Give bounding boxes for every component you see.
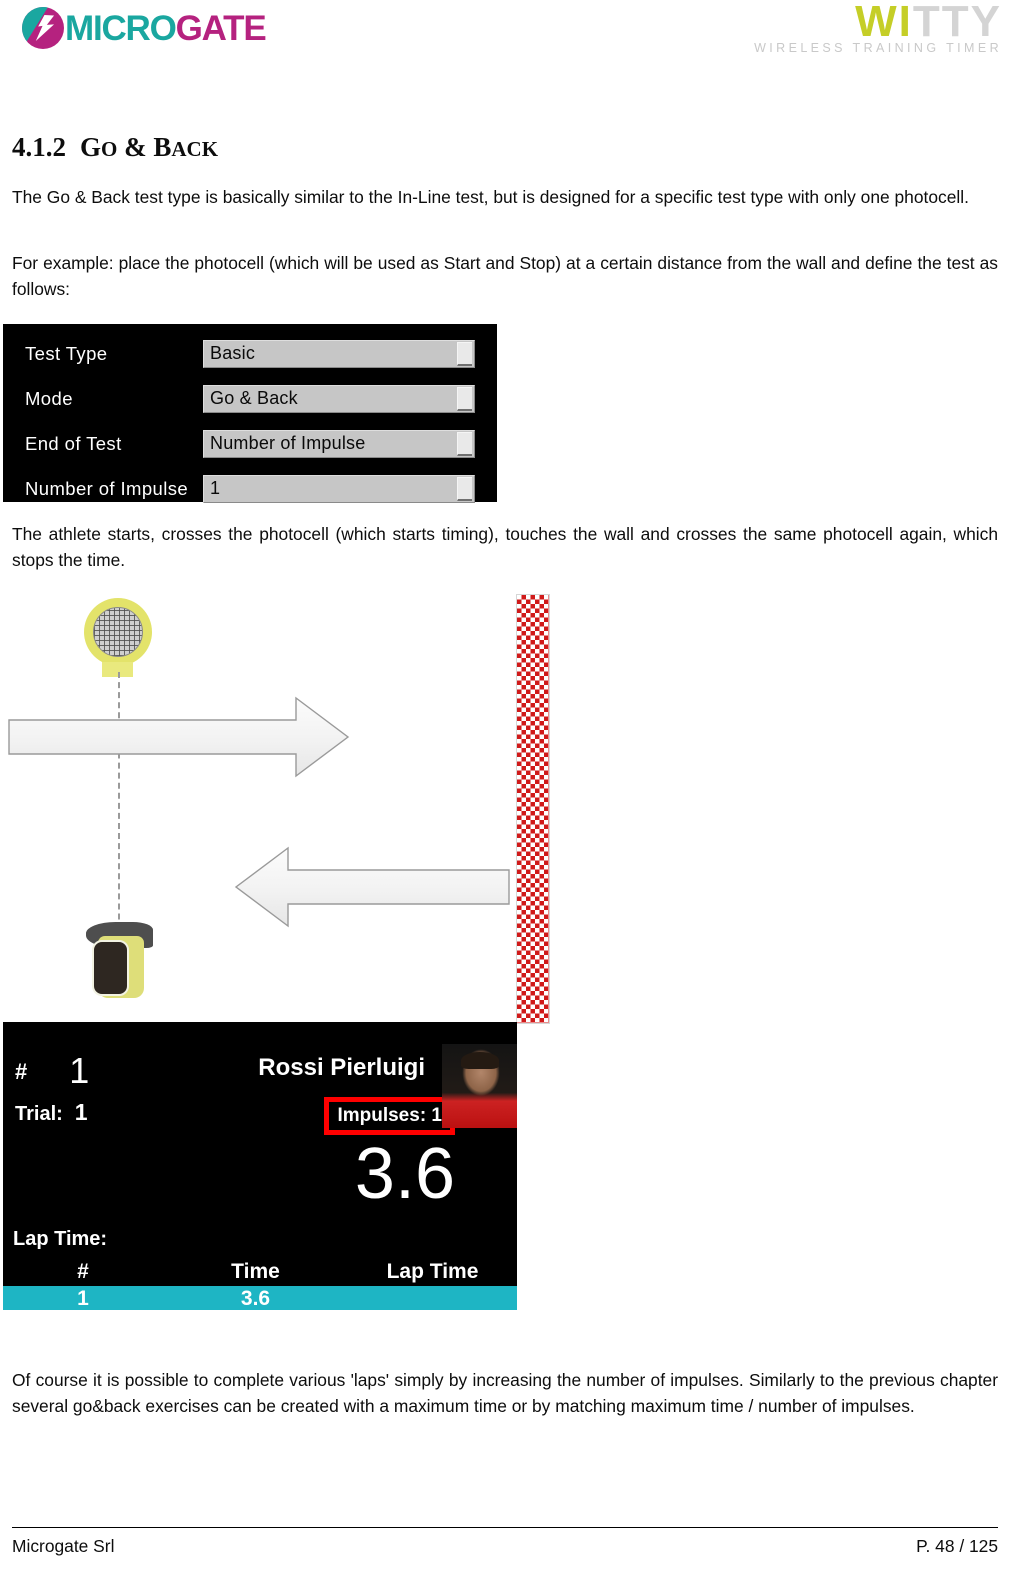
column-header-num: #	[77, 1260, 89, 1283]
page-footer: Microgate Srl P. 48 / 125	[12, 1527, 998, 1557]
section-title-b: B	[153, 132, 172, 163]
section-number: 4.1.2	[12, 132, 66, 163]
setting-row-mode: Mode Go & Back	[3, 376, 497, 421]
setting-row-end-of-test: End of Test Number of Impulse	[3, 421, 497, 466]
section-title-o: O	[101, 137, 118, 162]
setting-row-number-of-impulse: Number of Impulse 1	[3, 466, 497, 511]
go-and-back-diagram	[0, 592, 600, 1032]
witty-wordmark-part2: TTY	[912, 0, 1002, 46]
setting-value-number-of-impulse: 1	[210, 478, 221, 498]
impulses-badge: Impulses: 1	[324, 1097, 455, 1135]
witty-wordmark-part1: WI	[855, 0, 913, 46]
table-row[interactable]: 1 3.6	[3, 1286, 517, 1310]
athlete-name: Rossi Pierluigi	[258, 1054, 425, 1081]
microgate-logo: MICROGATE	[22, 6, 267, 50]
arrow-left-icon	[234, 846, 510, 928]
arrow-right-icon	[8, 696, 350, 778]
paragraph-athlete: The athlete starts, crosses the photocel…	[12, 521, 998, 573]
footer-divider	[12, 1527, 998, 1528]
cell-time: 3.6	[240, 1287, 271, 1310]
lap-time-table: # Time Lap Time 1 3.6	[3, 1258, 517, 1310]
bib-label: #	[15, 1059, 28, 1084]
setting-label-mode: Mode	[25, 387, 73, 409]
section-title-ack: ACK	[171, 137, 219, 162]
checkered-wall-icon	[516, 594, 550, 1024]
paragraph-example: For example: place the photocell (which …	[12, 250, 998, 302]
section-title-amp: &	[117, 132, 154, 163]
result-display-screen: #1 Trial: 1 Rossi Pierluigi Impulses: 1 3…	[3, 1022, 517, 1310]
section-heading: 4.1.2 GO & BACK	[12, 132, 218, 163]
witty-tagline: WIRELESS TRAINING TIMER	[754, 40, 1002, 55]
microgate-wordmark-part1: MICRO	[65, 8, 177, 48]
setting-label-end-of-test: End of Test	[25, 432, 122, 454]
footer-page-number: P. 48 / 125	[916, 1536, 998, 1556]
paragraph-intro: The Go & Back test type is basically sim…	[12, 184, 998, 210]
dropdown-arrow-icon[interactable]	[457, 386, 472, 411]
test-settings-panel: Test Type Basic Mode Go & Back End of Te…	[3, 324, 497, 503]
reflector-tripod-icon	[84, 922, 160, 1000]
lap-time-label: Lap Time:	[13, 1228, 108, 1250]
microgate-wordmark-part2: GATE	[175, 8, 267, 48]
witty-wordmark: WITTY	[702, 0, 1002, 45]
athlete-photo	[442, 1044, 517, 1128]
trial-value: 1	[74, 1099, 88, 1125]
setting-value-mode: Go & Back	[210, 388, 298, 408]
paragraph-athlete-text: The athlete starts, crosses the photocel…	[12, 524, 998, 570]
paragraph-conclusion-text: Of course it is possible to complete var…	[12, 1370, 998, 1416]
microgate-wordmark: MICROGATE	[65, 8, 267, 48]
dropdown-arrow-icon[interactable]	[457, 476, 472, 501]
setting-field-test-type[interactable]: Basic	[203, 339, 475, 368]
section-title-g: G	[80, 132, 102, 163]
cell-num: 1	[77, 1287, 89, 1310]
trial-label: Trial:	[15, 1103, 63, 1125]
setting-value-test-type: Basic	[210, 343, 256, 363]
page-header: MICROGATE WITTY WIRELESS TRAINING TIMER	[0, 0, 1010, 62]
dropdown-arrow-icon[interactable]	[457, 431, 472, 456]
setting-field-mode[interactable]: Go & Back	[203, 384, 475, 413]
footer-company: Microgate Srl	[12, 1536, 115, 1556]
dropdown-arrow-icon[interactable]	[457, 341, 472, 366]
column-header-lap: Lap Time	[386, 1260, 479, 1283]
column-header-time: Time	[231, 1260, 280, 1283]
paragraph-intro-text: The Go & Back test type is basically sim…	[12, 187, 969, 207]
main-time-value: 3.6	[354, 1134, 455, 1214]
setting-field-number-of-impulse[interactable]: 1	[203, 474, 475, 503]
setting-label-number-of-impulse: Number of Impulse	[25, 477, 189, 499]
bib-number: #1	[15, 1050, 89, 1092]
microgate-circle-bolt-icon	[22, 7, 64, 49]
paragraph-example-text: For example: place the photocell (which …	[12, 253, 998, 299]
setting-label-test-type: Test Type	[25, 342, 108, 364]
paragraph-conclusion: Of course it is possible to complete var…	[12, 1367, 998, 1419]
lap-table-header: # Time Lap Time	[3, 1258, 517, 1286]
bib-value: 1	[69, 1050, 90, 1091]
witty-logo: WITTY WIRELESS TRAINING TIMER	[702, 0, 1002, 55]
photocell-icon	[84, 598, 152, 677]
trial-number: Trial: 1	[15, 1099, 88, 1126]
setting-row-test-type: Test Type Basic	[3, 331, 497, 376]
setting-field-end-of-test[interactable]: Number of Impulse	[203, 429, 475, 458]
setting-value-end-of-test: Number of Impulse	[210, 433, 366, 453]
